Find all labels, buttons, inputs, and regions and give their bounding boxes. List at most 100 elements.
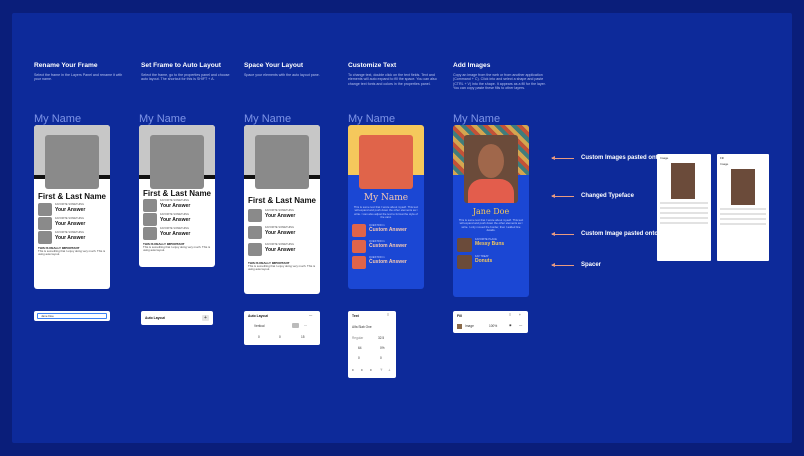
paragraph-input[interactable]: 0 — [380, 356, 382, 360]
padding-value[interactable]: 0 — [258, 335, 260, 339]
slider — [660, 217, 708, 219]
font-family-select[interactable]: Alfa Slab One — [352, 325, 372, 329]
list-item: FAVORITE SOMETHING Your Answer — [38, 231, 106, 244]
frame-label[interactable]: My Name — [139, 113, 186, 125]
align-right-icon[interactable]: ≡ — [370, 368, 372, 372]
item-answer: Your Answer — [55, 221, 86, 227]
image-placeholder — [352, 223, 366, 237]
paragraph-input[interactable]: 0 — [358, 356, 360, 360]
annotation-text: Changed Typeface — [581, 193, 634, 199]
arrow-icon — [551, 194, 574, 198]
list-item: QUESTION 1 Custom Answer — [352, 255, 420, 269]
remove-icon[interactable]: — — [309, 313, 312, 317]
card-custom-text[interactable]: My Name This is some text that I wrote a… — [348, 125, 424, 289]
direction-value[interactable]: Vertical — [254, 324, 264, 328]
card-images[interactable]: Jane Doe This is some text that I wrote … — [453, 125, 529, 297]
item-answer: Your Answer — [160, 231, 191, 237]
important-desc: This is something that I enjoy doing ver… — [248, 264, 316, 272]
step-auto-layout: Set Frame to Auto Layout Select the fram… — [141, 62, 237, 82]
slider — [720, 223, 766, 225]
ss-label: Image — [660, 156, 669, 160]
list-item: FAVORITE SOMETHING Your Answer — [38, 203, 106, 216]
important-desc: This is something that I enjoy doing ver… — [38, 249, 106, 257]
item-answer: Your Answer — [265, 230, 296, 236]
item-label: FAVORITE SOMETHING — [160, 213, 190, 216]
card-auto-layout[interactable]: First & Last Name FAVORITE SOMETHING Your… — [139, 125, 215, 267]
frame-label[interactable]: My Name — [453, 113, 500, 125]
frame-label[interactable]: My Name — [34, 113, 81, 125]
slider — [660, 222, 708, 224]
line-height-input[interactable]: 64 — [358, 346, 362, 350]
item-answer: Your Answer — [160, 217, 191, 223]
card-header — [139, 125, 215, 189]
card-desc: This is some text that I wrote about mys… — [353, 205, 419, 220]
image-placeholder — [248, 243, 262, 256]
panel-title: Auto Layout — [145, 316, 165, 320]
frame-label[interactable]: My Name — [244, 113, 291, 125]
step-title: Rename Your Frame — [34, 62, 98, 69]
step-title: Customize Text — [348, 62, 397, 69]
list-item: QUESTION 1 Custom Answer — [352, 239, 420, 253]
slider — [660, 207, 708, 209]
remove-fill-icon[interactable]: — — [519, 323, 522, 327]
step-desc: Copy an image from the web or from anoth… — [453, 72, 546, 91]
fill-type[interactable]: Image — [465, 324, 474, 328]
ss-image — [731, 169, 755, 205]
align-left-icon[interactable]: ≡ — [352, 368, 354, 372]
align-top-icon[interactable]: ⊤ — [380, 368, 383, 372]
layer-rename-panel[interactable]: Jane Doe — [34, 311, 110, 321]
image-placeholder — [38, 217, 52, 230]
text-properties-panel[interactable]: Text ⠿ Alfa Slab One Regular 32.5 64 0% … — [348, 311, 396, 378]
letter-spacing-input[interactable]: 0% — [380, 346, 385, 350]
slider — [660, 212, 708, 214]
fill-opacity[interactable]: 100% — [489, 324, 497, 328]
list-item: FAVORITE SOMETHING Your Answer — [248, 209, 316, 222]
item-label: FAVORITE SOMETHING — [160, 227, 190, 230]
step-space: Space Your Layout Space your elements wi… — [244, 62, 340, 77]
item-label: FAVORITE SOMETHING — [55, 203, 85, 206]
card-spaced[interactable]: First & Last Name FAVORITE SOMETHING Your… — [244, 125, 320, 294]
item-label: FAVORITE SOMETHING — [55, 217, 85, 220]
arrow-icon — [551, 156, 574, 160]
step-title: Add Images — [453, 62, 491, 69]
align-bottom-icon[interactable]: ⊥ — [388, 368, 391, 372]
align-center-icon[interactable]: ≡ — [361, 368, 363, 372]
card-header — [34, 125, 110, 189]
item-answer: Custom Answer — [369, 242, 407, 249]
card-desc: This is some text that I wrote about mys… — [458, 218, 524, 233]
image-placeholder — [248, 226, 262, 239]
step-desc: To change text, double click on the text… — [348, 72, 437, 86]
annotation-text: Spacer — [581, 262, 602, 268]
styles-icon[interactable]: ⠿ — [509, 313, 511, 317]
item-answer: Your Answer — [55, 207, 86, 213]
fill-panel[interactable]: Fill ⠿ + Image 100% ◉ — — [453, 311, 528, 333]
image-placeholder — [38, 203, 52, 216]
spacing-toggle[interactable] — [292, 323, 299, 328]
add-auto-layout-button[interactable]: + — [202, 315, 209, 321]
auto-layout-panel[interactable]: Auto Layout + — [141, 311, 213, 325]
important-desc: This is something that I enjoy doing ver… — [143, 245, 211, 253]
annotation-spacer: Spacer — [551, 262, 602, 269]
item-answer: Your Answer — [265, 247, 296, 253]
card-rename[interactable]: First & Last Name FAVORITE SOMETHING Your… — [34, 125, 110, 289]
more-icon[interactable]: ⋯ — [304, 323, 307, 327]
styles-icon[interactable]: ⠿ — [387, 313, 389, 317]
eye-icon[interactable]: ◉ — [509, 323, 512, 327]
spacing-value[interactable]: 15 — [301, 335, 305, 339]
card-name: Jane Doe — [472, 207, 510, 216]
pattern-header — [453, 125, 529, 203]
face-shape — [478, 144, 504, 178]
item-answer: Custom Answer — [369, 258, 407, 265]
font-size-input[interactable]: 32.5 — [378, 336, 384, 340]
list-item: FAVORITE SOMETHING Your Answer — [248, 243, 316, 256]
photo-placeholder — [359, 135, 413, 189]
photo-placeholder — [150, 135, 204, 189]
image-swatch[interactable] — [457, 324, 462, 329]
add-fill-icon[interactable]: + — [519, 313, 521, 317]
item-label: FAVORITE SOMETHING — [265, 209, 295, 212]
font-weight-select[interactable]: Regular — [352, 336, 363, 340]
auto-layout-settings-panel[interactable]: Auto Layout — Vertical ⋯ 0 0 15 — [244, 311, 320, 345]
frame-label[interactable]: My Name — [348, 113, 395, 125]
padding-value[interactable]: 0 — [279, 335, 281, 339]
ss-label: Fill — [720, 156, 724, 160]
